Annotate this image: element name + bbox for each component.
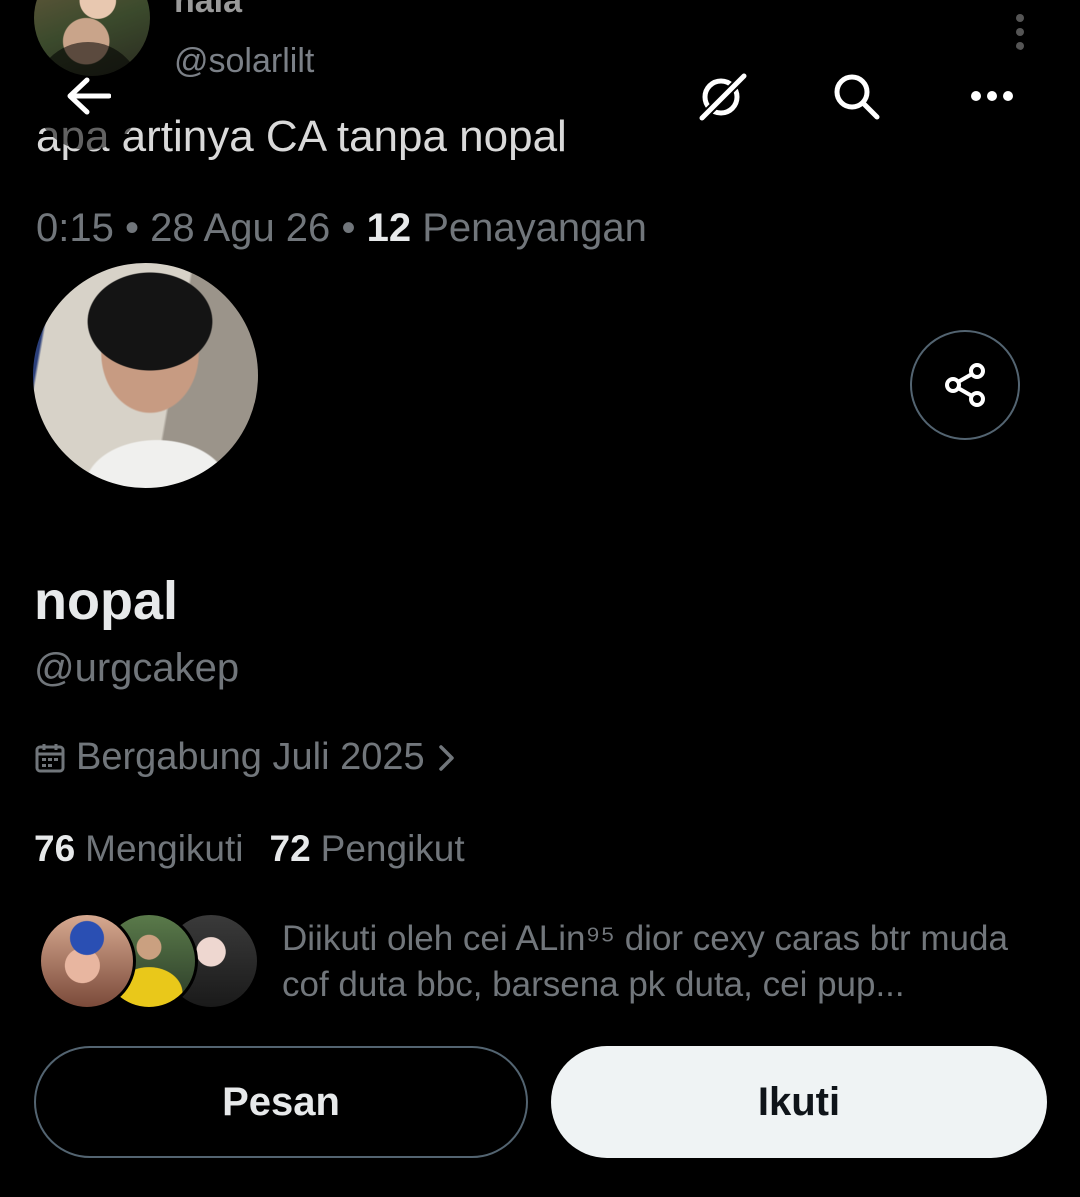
profile-name: nopal (34, 571, 178, 631)
following-count: 76 (34, 828, 76, 869)
tweet-views-label: Penayangan (422, 206, 647, 250)
tweet-author-name: nala (174, 0, 243, 20)
following-link[interactable]: 76 Mengikuti (34, 828, 244, 870)
followers-label: Pengikut (320, 828, 465, 869)
search-icon (834, 74, 880, 120)
joined-date-row[interactable]: Bergabung Juli 2025 (34, 736, 459, 779)
avatar (38, 912, 136, 1010)
message-button[interactable]: Pesan (34, 1046, 528, 1158)
chevron-right-icon (438, 744, 454, 771)
meta-separator: • (124, 206, 139, 250)
joined-text: Bergabung Juli 2025 (76, 736, 425, 778)
followed-by-avatars[interactable] (38, 912, 260, 1010)
more-button[interactable] (938, 42, 1046, 150)
more-horizontal-icon (971, 91, 1013, 101)
followers-link[interactable]: 72 Pengikut (270, 828, 465, 870)
share-icon (945, 363, 985, 407)
calendar-icon (35, 743, 65, 772)
profile-handle: @urgcakep (34, 646, 240, 690)
arrow-left-icon (67, 77, 111, 115)
followers-count: 72 (269, 828, 311, 869)
following-label: Mengikuti (85, 828, 244, 869)
back-button[interactable] (34, 42, 142, 150)
follow-stats: 76 Mengikuti 72 Pengikut (34, 828, 465, 870)
tweet-author-handle: @solarlilt (174, 42, 315, 80)
search-button[interactable] (802, 42, 910, 150)
tweet-meta: 0:15 • 28 Agu 26 • 12 Penayangan (36, 206, 647, 251)
tweet-date: 28 Agu 26 (150, 206, 331, 250)
grok-button[interactable] (668, 42, 776, 150)
tweet-views-count: 12 (366, 206, 412, 250)
followed-by-text[interactable]: Diikuti oleh cei ALin⁹⁵ dior cexy caras … (282, 916, 1062, 1008)
meta-separator: • (341, 206, 356, 250)
profile-avatar[interactable] (33, 263, 258, 488)
tweet-time: 0:15 (36, 206, 114, 250)
share-button[interactable] (910, 330, 1020, 440)
grok-icon (696, 70, 750, 124)
follow-button[interactable]: Ikuti (551, 1046, 1047, 1158)
